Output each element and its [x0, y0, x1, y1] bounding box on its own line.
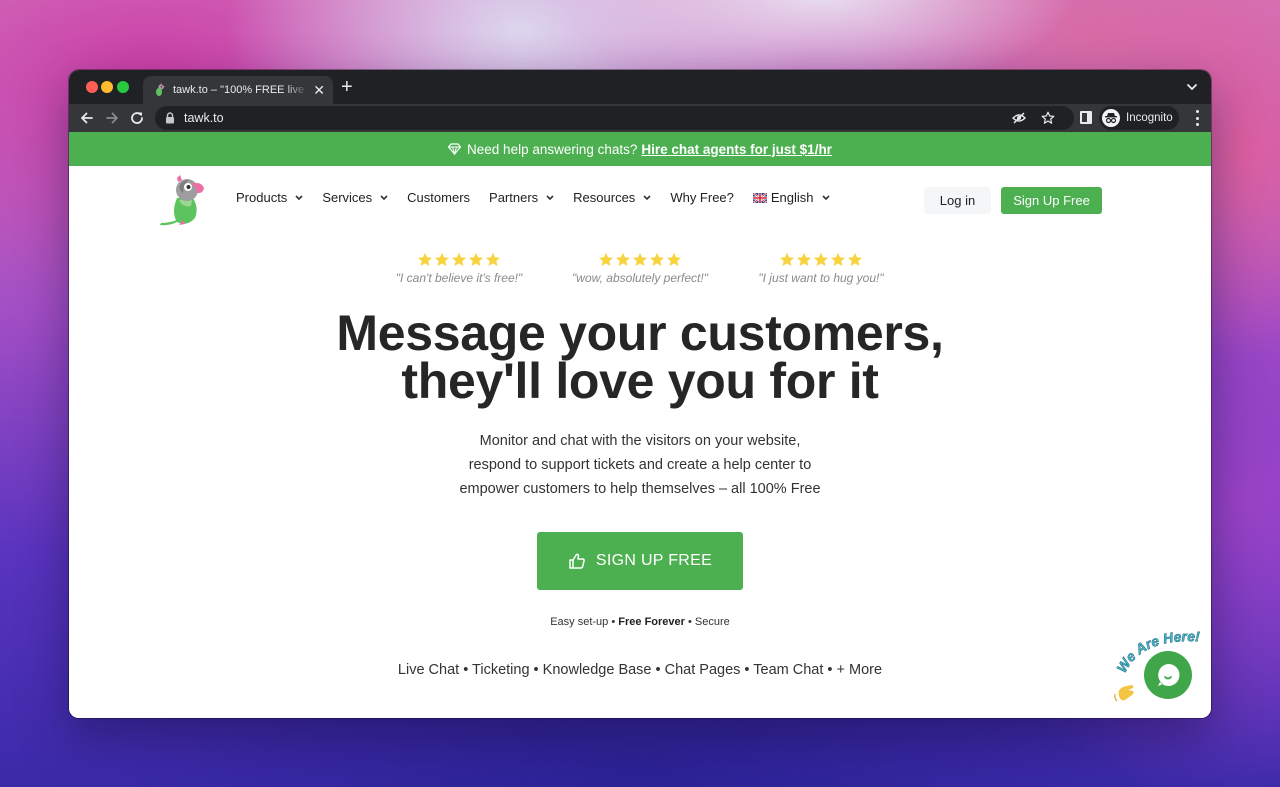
close-icon[interactable]: ✕: [313, 83, 325, 97]
star-rating: [721, 252, 921, 268]
star-icon: [598, 252, 614, 267]
minimize-window-button[interactable]: [101, 81, 113, 93]
nav-services[interactable]: Services: [322, 190, 388, 205]
hero-title-line: they'll love you for it: [401, 353, 879, 409]
incognito-icon: [1102, 109, 1120, 127]
incognito-label: Incognito: [1126, 112, 1173, 124]
chevron-down-icon: [643, 194, 651, 200]
banner-text: Need help answering chats?: [467, 141, 638, 157]
star-icon: [468, 252, 484, 267]
chevron-down-icon: [821, 194, 830, 200]
close-window-button[interactable]: [86, 81, 98, 93]
waving-hand-icon: [1114, 685, 1134, 702]
nav-resources-label: Resources: [573, 190, 636, 205]
hero-title-line: Message your customers,: [336, 305, 944, 361]
hero-subtitle-line: empower customers to help themselves – a…: [459, 481, 821, 497]
testimonial: "wow, absolutely perfect!": [540, 252, 740, 285]
nav-customers-label: Customers: [407, 190, 471, 205]
tab-strip: tawk.to – "100% FREE live chat software"…: [69, 70, 1211, 104]
hero-subtitle-line: Monitor and chat with the visitors on yo…: [479, 433, 801, 449]
nav-partners[interactable]: Partners: [489, 190, 554, 205]
hero-subtitle-line: respond to support tickets and create a …: [468, 457, 812, 473]
star-icon: [779, 252, 795, 267]
parrot-favicon-icon: [156, 83, 165, 96]
star-icon: [796, 252, 812, 267]
language-selector[interactable]: English: [752, 190, 830, 205]
star-icon: [451, 252, 467, 267]
benefit-easy-setup: Easy set-up: [550, 616, 609, 628]
chevron-down-icon[interactable]: [1185, 80, 1199, 94]
chevron-down-icon: [380, 194, 388, 200]
reload-icon[interactable]: [129, 110, 145, 126]
star-rating: [359, 252, 559, 268]
nav-partners-label: Partners: [489, 190, 539, 205]
star-icon: [830, 252, 846, 267]
star-icon: [632, 252, 648, 267]
language-label: English: [770, 190, 814, 205]
tawk-logo[interactable]: [157, 172, 213, 228]
arrow-left-icon[interactable]: [79, 110, 95, 126]
benefits-line: Easy set-up • Free Forever • Secure: [69, 616, 1211, 628]
star-icon: [417, 252, 433, 267]
star-icon: [615, 252, 631, 267]
url-text: tawk.to: [184, 111, 224, 125]
browser-tab[interactable]: tawk.to – "100% FREE live chat software"…: [143, 76, 333, 104]
plus-icon[interactable]: +: [341, 77, 353, 97]
testimonial: "I can't believe it's free!": [359, 252, 559, 285]
thumbs-up-icon: [569, 553, 585, 569]
chat-bubble-icon[interactable]: [1144, 651, 1192, 699]
separator: •: [688, 616, 692, 628]
benefit-secure: Secure: [694, 616, 730, 628]
eye-off-icon[interactable]: [1012, 111, 1026, 125]
uk-flag-icon: [752, 192, 767, 203]
star-icon: [485, 252, 501, 267]
login-button[interactable]: Log in: [924, 187, 991, 214]
main-menu: Products Services Customers Partners Res…: [236, 190, 849, 205]
testimonial-quote: "I just want to hug you!": [758, 271, 884, 285]
site-navigation: Products Services Customers Partners Res…: [69, 166, 1211, 234]
chat-widget[interactable]: We Are Here!: [1111, 628, 1211, 718]
browser-window: tawk.to – "100% FREE live chat software"…: [69, 70, 1211, 718]
lock-icon[interactable]: [165, 112, 175, 124]
address-bar[interactable]: tawk.to: [155, 106, 1074, 130]
side-panel-icon[interactable]: [1080, 111, 1092, 124]
more-vertical-icon[interactable]: [1195, 110, 1199, 126]
chevron-down-icon: [546, 194, 554, 200]
nav-why-free[interactable]: Why Free?: [670, 190, 734, 205]
web-page: Need help answering chats? Hire chat age…: [69, 132, 1211, 718]
tab-title: tawk.to – "100% FREE live chat software": [173, 84, 309, 96]
cta-label: SIGN UP FREE: [595, 552, 713, 569]
star-icon: [666, 252, 682, 267]
testimonial-quote: "I can't believe it's free!": [395, 271, 523, 285]
signup-free-cta-button[interactable]: SIGN UP FREE: [537, 532, 743, 590]
hero-title: Message your customers, they'll love you…: [69, 305, 1211, 409]
nav-resources[interactable]: Resources: [573, 190, 651, 205]
diamond-icon: [448, 143, 462, 155]
signup-button[interactable]: Sign Up Free: [1001, 187, 1102, 214]
star-icon: [813, 252, 829, 267]
features-line: Live Chat • Ticketing • Knowledge Base •…: [397, 662, 883, 678]
nav-products[interactable]: Products: [236, 190, 303, 205]
nav-products-label: Products: [236, 190, 288, 205]
star-icon: [847, 252, 863, 267]
separator: •: [611, 616, 616, 628]
nav-services-label: Services: [322, 190, 373, 205]
star-rating: [540, 252, 740, 268]
benefit-free-forever: Free Forever: [618, 616, 685, 628]
star-icon: [434, 252, 450, 267]
promo-banner: Need help answering chats? Hire chat age…: [69, 132, 1211, 166]
arrow-right-icon[interactable]: [104, 110, 120, 126]
nav-why-free-label: Why Free?: [670, 190, 734, 205]
star-icon: [649, 252, 665, 267]
testimonial: "I just want to hug you!": [721, 252, 921, 285]
star-icon[interactable]: [1041, 111, 1055, 125]
hero-subtitle: Monitor and chat with the visitors on yo…: [69, 429, 1211, 501]
hire-agents-link[interactable]: Hire chat agents for just $1/hr: [641, 142, 832, 157]
incognito-profile-button[interactable]: Incognito: [1099, 106, 1179, 130]
nav-customers[interactable]: Customers: [407, 190, 470, 205]
maximize-window-button[interactable]: [117, 81, 129, 93]
chevron-down-icon: [295, 194, 303, 200]
browser-toolbar: tawk.to Incognito: [69, 104, 1211, 132]
testimonial-quote: "wow, absolutely perfect!": [572, 271, 708, 285]
